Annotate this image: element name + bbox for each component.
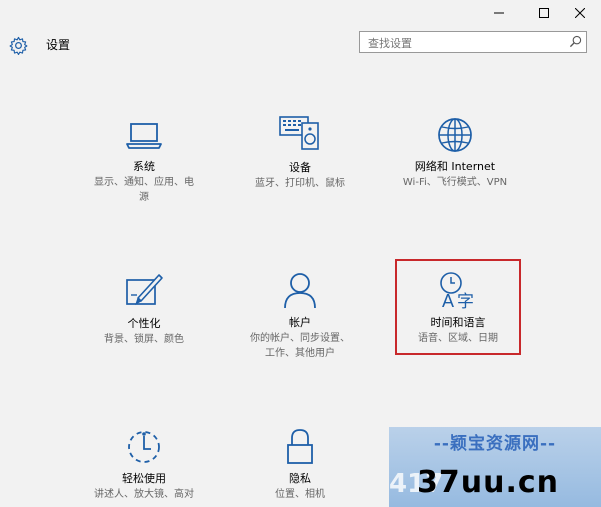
gear-icon [9,36,28,55]
devices-icon [279,116,319,150]
maximize-icon [539,8,549,18]
watermark-domain: 37uu.cn [417,465,559,500]
minimize-button[interactable] [476,0,522,26]
close-icon [575,8,585,18]
minimize-icon [494,12,504,14]
tile-title: 隐私 [289,472,311,485]
search-input[interactable] [360,33,568,54]
tile-personalization[interactable]: 个性化 背景、锁屏、颜色 [79,271,209,347]
tile-description: Wi-Fi、飞行模式、VPN [402,177,508,188]
tile-system[interactable]: 系统 显示、通知、应用、电 源 [79,118,209,205]
tile-ease-of-access[interactable]: 轻松使用 讲述人、放大镜、高对 [79,428,209,502]
tile-devices[interactable]: 设备 蓝牙、打印机、鼠标 [235,115,365,191]
tile-description: 显示、通知、应用、电 源 [94,177,194,203]
tile-accounts[interactable]: 帐户 你的帐户、同步设置、 工作、其他用户 [235,270,365,361]
tile-description: 蓝牙、打印机、鼠标 [255,178,345,189]
tile-description: 背景、锁屏、颜色 [104,334,184,345]
tile-title: 个性化 [127,317,161,330]
tile-title: 系统 [133,160,155,173]
tile-title: 网络和 Internet [414,160,496,173]
person-icon [284,273,316,309]
lock-icon [287,429,313,464]
watermark: --颖宝资源网-- 417 37uu.cn [389,427,601,507]
close-button[interactable] [557,0,601,26]
page-title: 设置 [46,38,71,52]
globe-icon [438,118,472,152]
laptop-icon [126,123,162,149]
highlight-box [395,259,521,355]
ease-of-access-icon [128,431,160,463]
personalization-icon [126,274,163,306]
tile-description: 你的帐户、同步设置、 工作、其他用户 [250,333,350,359]
tile-privacy[interactable]: 隐私 位置、相机 [235,426,365,502]
tile-network[interactable]: 网络和 Internet Wi-Fi、飞行模式、VPN [390,116,520,190]
search-box[interactable] [359,31,587,54]
tile-description: 位置、相机 [275,489,325,500]
title-bar [0,0,601,28]
tile-description: 讲述人、放大镜、高对 [94,489,194,500]
tile-title: 帐户 [289,316,311,329]
search-icon[interactable] [569,35,582,48]
tile-title: 设备 [289,161,311,174]
watermark-title: --颖宝资源网-- [433,434,557,454]
tile-title: 轻松使用 [122,472,166,485]
